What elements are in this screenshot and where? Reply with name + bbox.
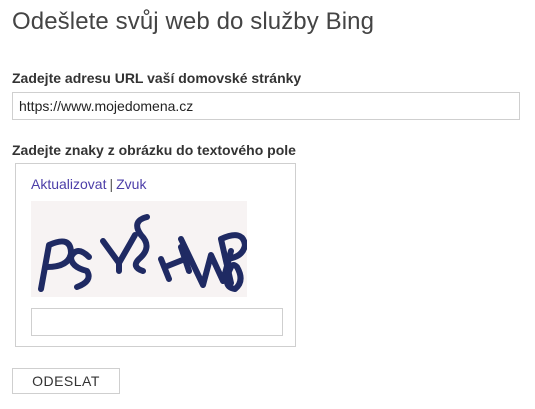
submit-button[interactable]: ODESLAT xyxy=(12,368,120,394)
captcha-field-label: Zadejte znaky z obrázku do textového pol… xyxy=(12,142,296,158)
captcha-input[interactable] xyxy=(31,308,283,336)
captcha-image xyxy=(31,201,248,297)
captcha-audio-link[interactable]: Zvuk xyxy=(116,176,146,192)
url-field-label: Zadejte adresu URL vaší domovské stránky xyxy=(12,70,302,86)
captcha-links: Aktualizovat | Zvuk xyxy=(31,176,146,192)
homepage-url-input[interactable] xyxy=(12,92,520,120)
captcha-link-separator: | xyxy=(109,176,114,192)
captcha-panel: Aktualizovat | Zvuk xyxy=(15,163,296,347)
page-title: Odešlete svůj web do služby Bing xyxy=(12,8,375,35)
captcha-glyphs xyxy=(38,214,248,292)
captcha-refresh-link[interactable]: Aktualizovat xyxy=(31,176,106,192)
